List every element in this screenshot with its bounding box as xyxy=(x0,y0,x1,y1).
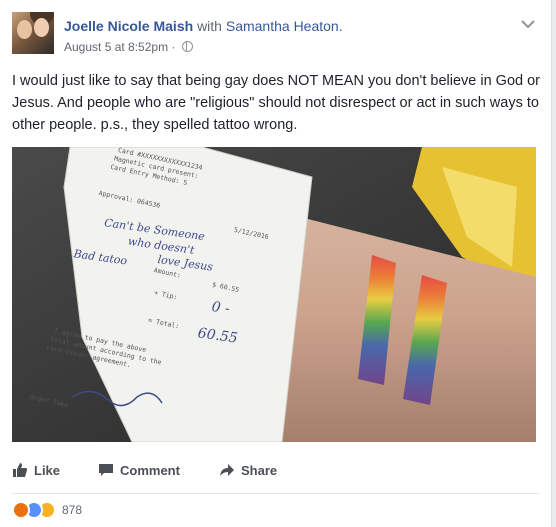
action-bar: Like Comment Share xyxy=(0,450,552,488)
photo-illustration: Card #XXXXXXXXXXXX1234 Magnetic card pre… xyxy=(12,147,536,442)
comment-icon xyxy=(99,464,113,476)
post-photo[interactable]: Card #XXXXXXXXXXXX1234 Magnetic card pre… xyxy=(12,147,536,442)
share-icon xyxy=(220,464,234,476)
author-line: Joelle Nicole Maish with Samantha Heaton… xyxy=(64,18,343,34)
reaction-summary[interactable]: 878 xyxy=(12,499,82,521)
comment-label: Comment xyxy=(120,462,180,478)
with-text: with xyxy=(197,18,222,34)
avatar[interactable] xyxy=(12,12,54,54)
reaction-count: 878 xyxy=(62,503,83,517)
post-body: I would just like to say that being gay … xyxy=(12,73,541,133)
avatar-face xyxy=(17,20,32,39)
like-button[interactable]: Like xyxy=(12,462,60,478)
divider xyxy=(12,493,539,494)
like-icon xyxy=(13,463,27,477)
avatar-face xyxy=(34,18,49,37)
like-label: Like xyxy=(34,462,61,478)
meta-separator: · xyxy=(171,40,176,54)
author-name[interactable]: Joelle Nicole Maish xyxy=(64,18,193,34)
share-button[interactable]: Share xyxy=(219,462,277,478)
chevron-down-icon[interactable] xyxy=(519,18,537,32)
comment-button[interactable]: Comment xyxy=(98,462,180,478)
post-header: Joelle Nicole Maish with Samantha Heaton… xyxy=(12,12,539,60)
post-meta: August 5 at 8:52pm · xyxy=(64,40,193,54)
share-label: Share xyxy=(241,462,278,478)
handwritten-tip: 0 - xyxy=(211,299,231,317)
angry-icon xyxy=(12,501,30,519)
timestamp[interactable]: August 5 at 8:52pm xyxy=(64,40,168,54)
globe-icon[interactable] xyxy=(181,41,193,52)
post-card: Joelle Nicole Maish with Samantha Heaton… xyxy=(0,0,552,527)
tagged-name[interactable]: Samantha Heaton. xyxy=(226,18,343,34)
